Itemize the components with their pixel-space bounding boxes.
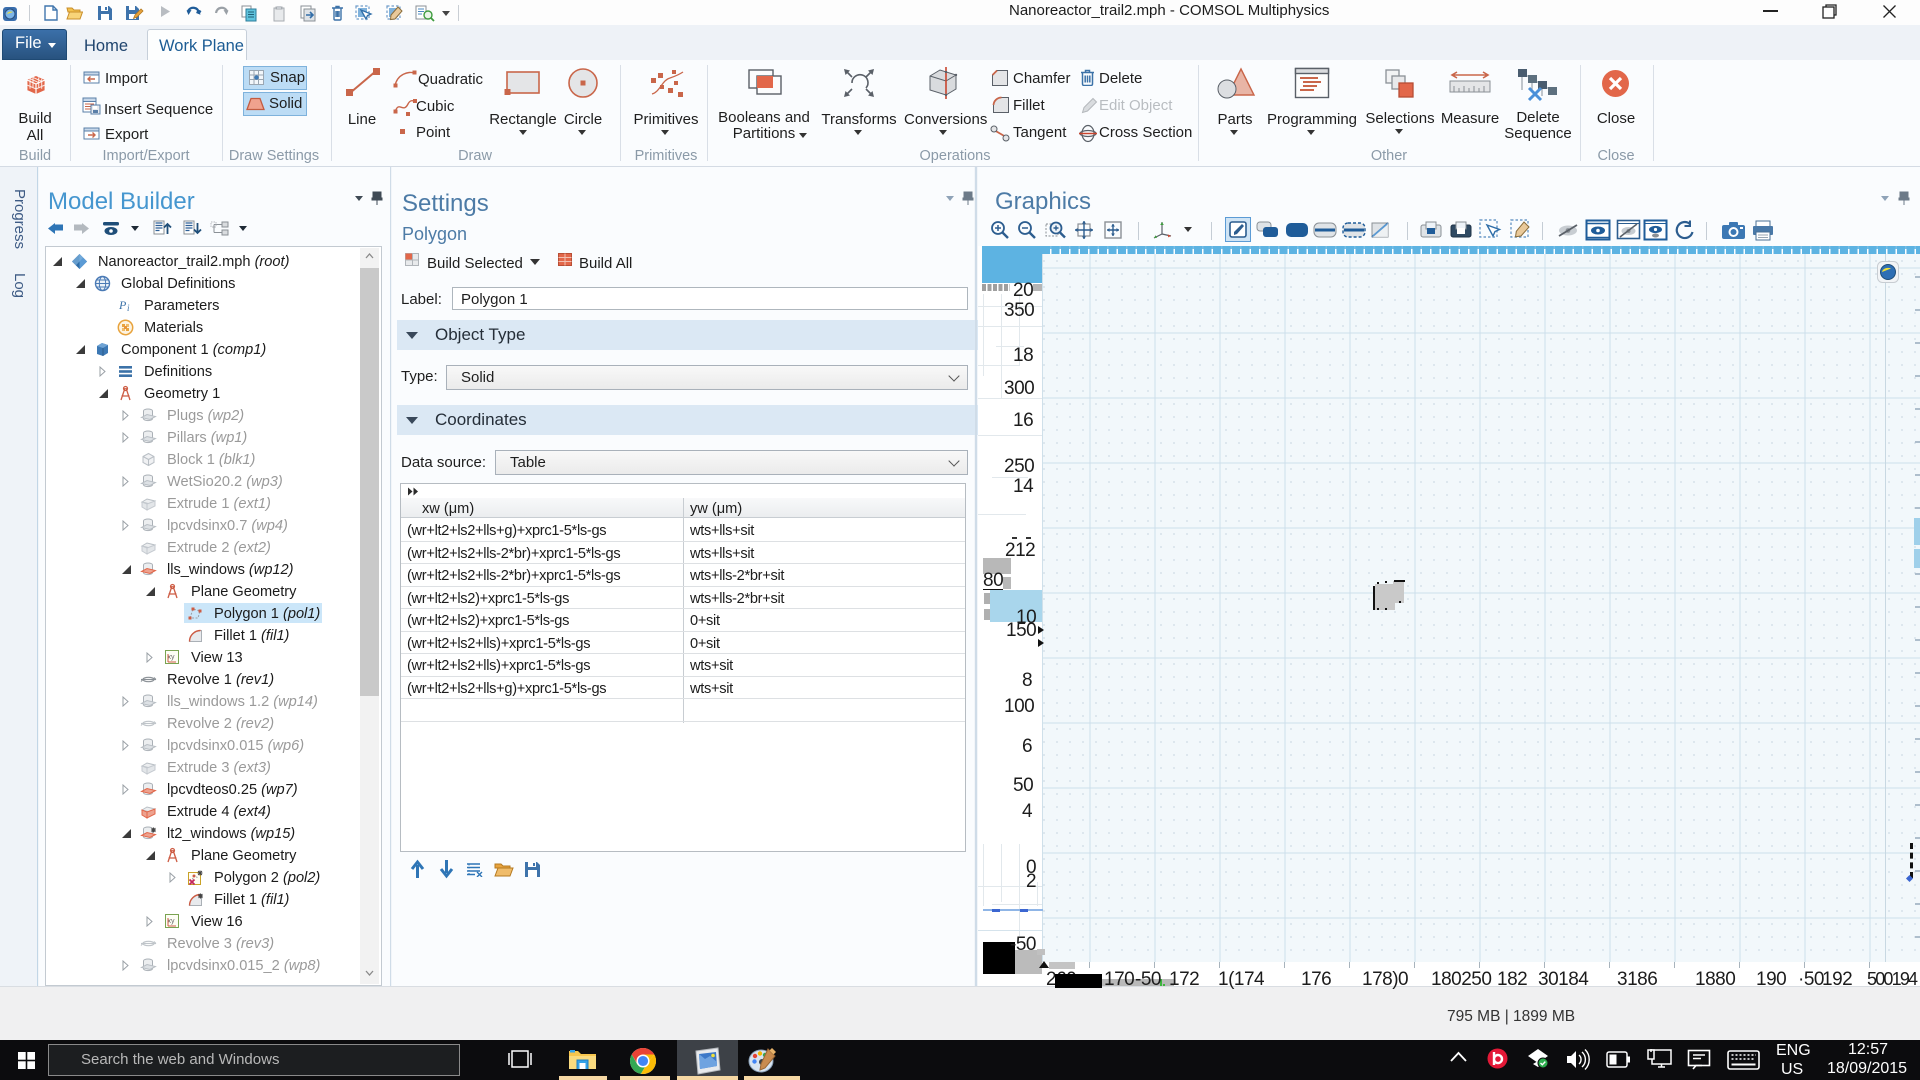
svg-text:xy: xy — [168, 918, 176, 925]
svg-text:P: P — [118, 298, 127, 312]
svg-text:i: i — [127, 303, 130, 313]
svg-text:xy: xy — [168, 654, 176, 661]
